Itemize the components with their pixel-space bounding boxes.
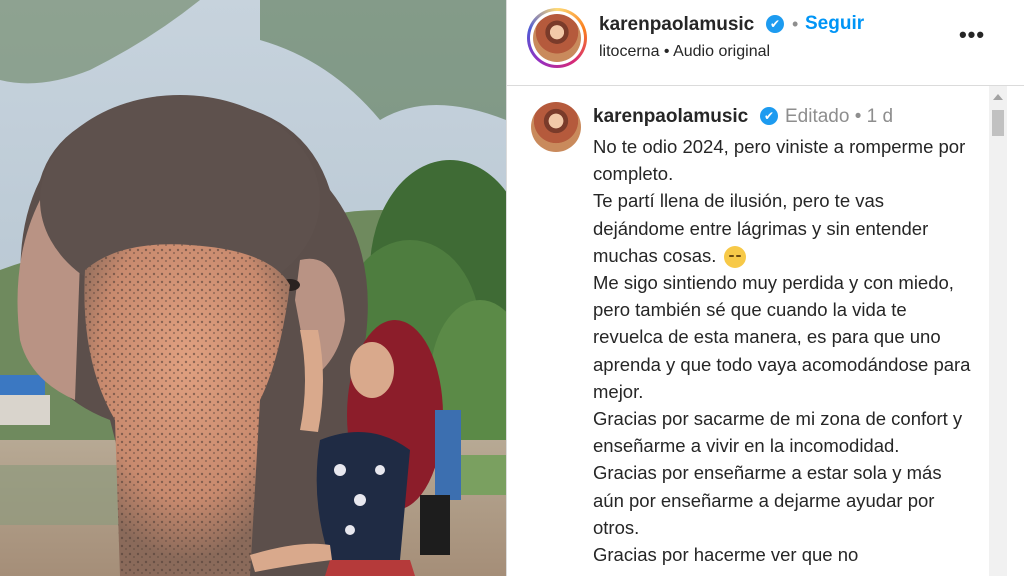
header-username[interactable]: karenpaolamusic xyxy=(599,14,754,36)
caption-paragraph: Gracias por sacarme de mi zona de confor… xyxy=(593,408,963,457)
caption-paragraph: Gracias por enseñarme a estar sola y más… xyxy=(593,462,942,538)
post-panel: karenpaolamusic ✔ • Seguir litocerna • A… xyxy=(506,0,1024,576)
caption-meta: Editado • 1 d xyxy=(785,106,894,127)
caption-paragraph: No te odio 2024, pero viniste a romperme… xyxy=(593,136,966,185)
caption-paragraph-text: Te partí llena de ilusión, pero te vas d… xyxy=(593,190,929,266)
story-ring-avatar[interactable] xyxy=(527,8,587,68)
post-photo[interactable] xyxy=(0,0,506,576)
post-caption: karenpaolamusic ✔ Editado • 1 d No te od… xyxy=(507,86,989,576)
caption-scrollbar[interactable] xyxy=(989,86,1007,576)
caption-paragraph: Te partí llena de ilusión, pero te vas d… xyxy=(593,187,973,269)
audio-link[interactable]: litocerna • Audio original xyxy=(599,43,770,61)
caption-verified-badge-icon: ✔ xyxy=(760,107,778,125)
scroll-thumb[interactable] xyxy=(992,110,1004,136)
caption-text: No te odio 2024, pero viniste a romperme… xyxy=(593,133,973,568)
follow-button[interactable]: Seguir xyxy=(805,13,864,35)
scroll-up-arrow-icon[interactable] xyxy=(993,94,1003,100)
verified-badge-icon: ✔ xyxy=(766,15,784,33)
caption-paragraph: Gracias por hacerme ver que no xyxy=(593,544,859,566)
caption-username[interactable]: karenpaolamusic xyxy=(593,106,748,128)
post-header: karenpaolamusic ✔ • Seguir litocerna • A… xyxy=(507,0,1024,86)
caption-avatar[interactable] xyxy=(531,102,581,152)
pensive-face-emoji-icon xyxy=(723,245,746,268)
more-options-icon[interactable]: ••• xyxy=(957,22,987,52)
caption-paragraph: Me sigo sintiendo muy perdida y con mied… xyxy=(593,272,971,402)
avatar xyxy=(533,14,581,62)
elephant-photo-illustration xyxy=(0,0,506,576)
header-separator: • xyxy=(792,14,799,34)
